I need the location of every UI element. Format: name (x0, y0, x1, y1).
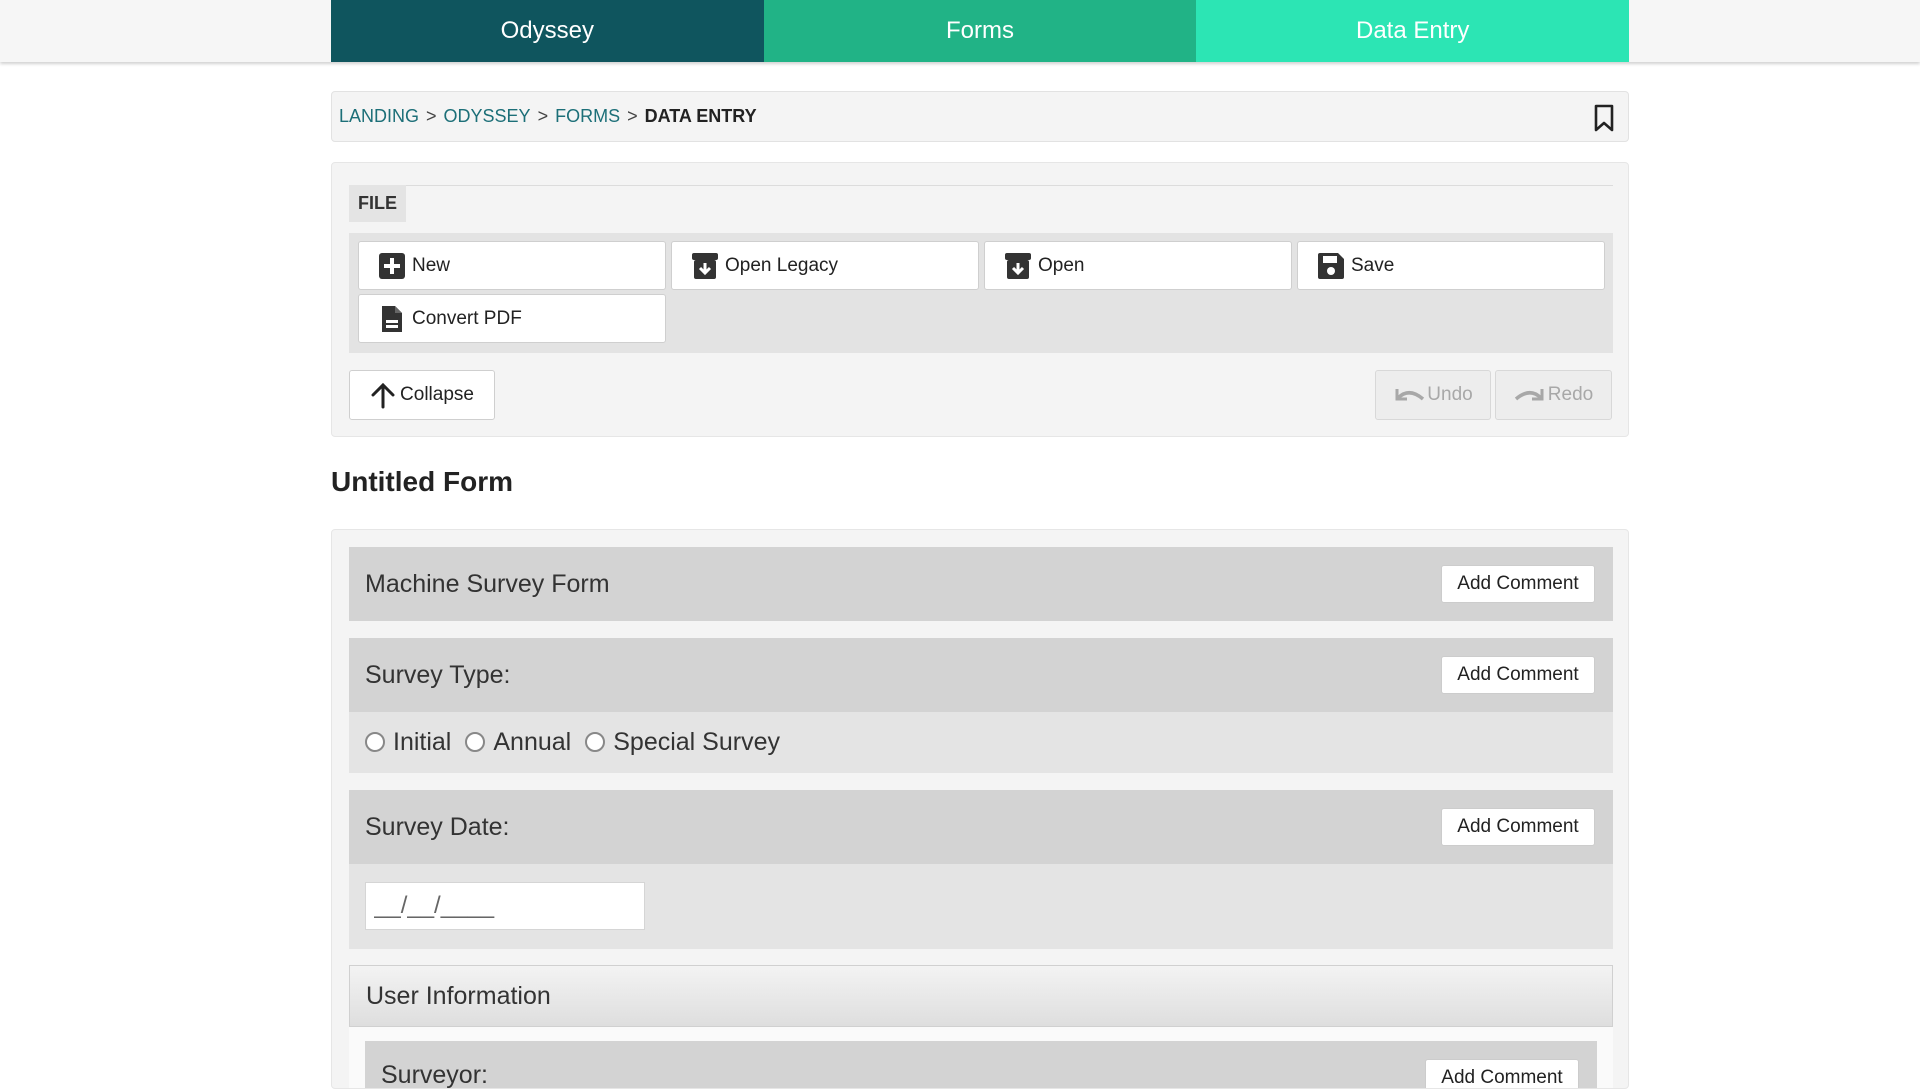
survey-type-section-header: Survey Type: Add Comment (349, 638, 1613, 712)
collapse-button[interactable]: Collapse (349, 370, 495, 420)
breadcrumb-separator: > (627, 106, 638, 126)
breadcrumb-landing[interactable]: LANDING (339, 106, 419, 127)
undo-icon (1395, 389, 1425, 401)
survey-date-section-header: Survey Date: Add Comment (349, 790, 1613, 864)
file-panel: FILE New Open Legacy Open Save Convert P… (331, 162, 1629, 437)
tab-forms[interactable]: Forms (763, 0, 1197, 62)
radio-special-survey[interactable]: Special Survey (585, 728, 780, 757)
tab-data-entry[interactable]: Data Entry (1196, 0, 1630, 62)
top-nav-bar: Odyssey Forms Data Entry (0, 0, 1920, 62)
survey-type-label: Survey Type: (365, 660, 511, 689)
radio-initial-label: Initial (393, 727, 452, 756)
user-information-title: User Information (366, 981, 551, 1010)
survey-type-options: Initial Annual Special Survey (349, 712, 1613, 773)
new-button-label: New (412, 254, 451, 276)
save-button-label: Save (1351, 254, 1395, 276)
user-information-header[interactable]: User Information (349, 965, 1613, 1027)
open-button[interactable]: Open (984, 241, 1292, 290)
new-button[interactable]: New (358, 241, 666, 290)
open-button-label: Open (1038, 254, 1085, 276)
add-comment-button[interactable]: Add Comment (1441, 808, 1595, 846)
redo-icon (1514, 389, 1544, 401)
breadcrumb-current: DATA ENTRY (644, 106, 757, 126)
open-legacy-button-label: Open Legacy (725, 254, 839, 276)
floppy-disk-icon (1318, 252, 1344, 279)
document-icon (382, 305, 402, 332)
save-button[interactable]: Save (1297, 241, 1605, 290)
arrow-up-icon (371, 382, 395, 409)
machine-survey-section-header: Machine Survey Form Add Comment (349, 547, 1613, 621)
radio-circle[interactable] (465, 732, 486, 752)
radio-initial[interactable]: Initial (365, 728, 451, 757)
open-legacy-button[interactable]: Open Legacy (671, 241, 979, 290)
convert-pdf-button-label: Convert PDF (412, 307, 522, 329)
breadcrumb-separator: > (537, 106, 549, 126)
undo-button[interactable]: Undo (1375, 370, 1491, 420)
machine-survey-title: Machine Survey Form (365, 569, 610, 598)
radio-circle[interactable] (365, 732, 385, 752)
form-container: Machine Survey Form Add Comment Survey T… (331, 529, 1629, 1089)
radio-circle[interactable] (585, 732, 606, 752)
breadcrumb-forms[interactable]: FORMS (555, 106, 620, 127)
radio-special-survey-label: Special Survey (613, 727, 780, 756)
surveyor-section-header: Surveyor: Add Comment (365, 1041, 1597, 1089)
survey-date-label: Survey Date: (365, 812, 510, 841)
collapse-button-label: Collapse (400, 384, 474, 405)
archive-download-icon (1005, 252, 1031, 279)
file-section-label: FILE (349, 185, 406, 222)
radio-annual-label: Annual (493, 727, 572, 756)
form-title: Untitled Form (331, 466, 513, 497)
breadcrumb: LANDING > ODYSSEY > FORMS > DATA ENTRY (331, 91, 1629, 142)
tab-odyssey[interactable]: Odyssey (331, 0, 764, 62)
breadcrumb-separator: > (426, 106, 437, 126)
surveyor-label: Surveyor: (381, 1061, 488, 1089)
archive-download-icon (692, 252, 718, 279)
radio-annual[interactable]: Annual (465, 728, 571, 757)
plus-square-icon (379, 252, 405, 279)
add-comment-button[interactable]: Add Comment (1441, 565, 1595, 603)
survey-date-body (349, 864, 1613, 949)
survey-date-input[interactable] (365, 882, 645, 930)
add-comment-button[interactable]: Add Comment (1425, 1059, 1579, 1088)
file-buttons-group: New Open Legacy Open Save Convert PDF (349, 233, 1613, 353)
undo-button-label: Undo (1427, 384, 1473, 405)
convert-pdf-button[interactable]: Convert PDF (358, 294, 666, 343)
add-comment-button[interactable]: Add Comment (1441, 656, 1595, 694)
redo-button[interactable]: Redo (1495, 370, 1612, 420)
redo-button-label: Redo (1547, 384, 1594, 405)
file-header-divider (349, 185, 1613, 186)
bookmark-icon[interactable] (1592, 104, 1616, 132)
breadcrumb-odyssey[interactable]: ODYSSEY (444, 106, 531, 127)
nav-tabs: Odyssey Forms Data Entry (331, 0, 1630, 62)
